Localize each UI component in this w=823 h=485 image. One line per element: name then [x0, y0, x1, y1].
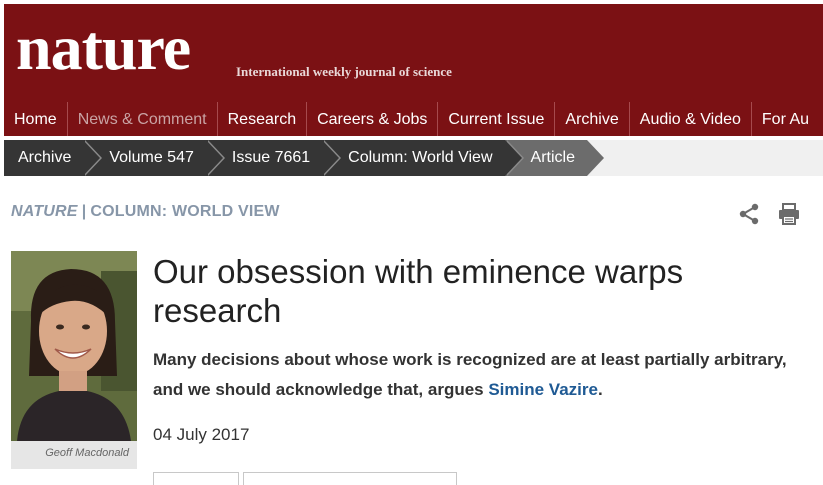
standfirst-text: Many decisions about whose work is recog… [153, 350, 787, 399]
article-standfirst: Many decisions about whose work is recog… [153, 345, 793, 405]
article-tools [737, 202, 801, 226]
standfirst-end: . [597, 380, 603, 399]
article-title: Our obsession with eminence warps resear… [153, 253, 684, 329]
share-icon[interactable] [737, 202, 761, 226]
print-icon[interactable] [777, 202, 801, 226]
author-photo: Geoff Macdonald [11, 251, 137, 469]
breadcrumb-archive[interactable]: Archive [4, 140, 103, 176]
main-nav: Home News & Comment Research Careers & J… [4, 102, 819, 136]
masthead: nature International weekly journal of s… [4, 4, 823, 136]
nav-archive[interactable]: Archive [555, 102, 630, 136]
nav-home[interactable]: Home [4, 102, 68, 136]
nav-news-comment[interactable]: News & Comment [68, 102, 218, 136]
author-link[interactable]: Simine Vazire [488, 380, 598, 399]
section-column[interactable]: COLUMN: WORLD VIEW [90, 203, 279, 220]
tagline: International weekly journal of science [236, 64, 452, 79]
nature-logo[interactable]: nature [16, 16, 191, 80]
nav-careers-jobs[interactable]: Careers & Jobs [307, 102, 439, 136]
publication-date: 04 July 2017 [153, 425, 250, 444]
photo-credit: Geoff Macdonald [45, 447, 129, 459]
section-label: NATURE | COLUMN: WORLD VIEW [11, 203, 280, 221]
nav-audio-video[interactable]: Audio & Video [630, 102, 752, 136]
section-separator: | [81, 203, 87, 220]
author-portrait [11, 251, 137, 441]
section-journal[interactable]: NATURE [11, 203, 78, 220]
nav-current-issue[interactable]: Current Issue [438, 102, 556, 136]
breadcrumb-column[interactable]: Column: World View [322, 140, 524, 176]
nav-for-authors[interactable]: For Au [752, 102, 819, 136]
breadcrumb: Archive Volume 547 Issue 7661 Column: Wo… [4, 140, 823, 176]
nav-research[interactable]: Research [218, 102, 308, 136]
